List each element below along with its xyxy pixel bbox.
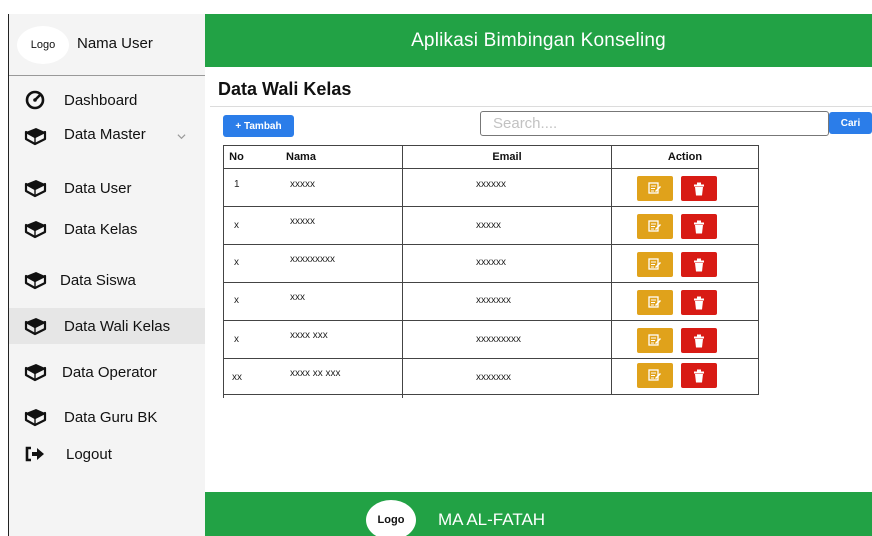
sidebar-item-label: Data Master xyxy=(64,126,146,143)
sidebar-item-data-operator[interactable]: Data Operator xyxy=(9,354,205,390)
cell-email: xxxxx xyxy=(476,220,501,231)
column-header-nama: Nama xyxy=(286,151,316,163)
title-divider xyxy=(210,106,872,107)
cell-nama: xxx xyxy=(290,291,305,303)
table-row: x xxxxxxxxx xxxxxx xyxy=(223,245,759,283)
column-header-no: No xyxy=(229,151,244,163)
delete-button[interactable] xyxy=(681,252,717,277)
sidebar-item-label: Data Wali Kelas xyxy=(64,317,171,335)
sidebar-item-data-guru-bk[interactable]: Data Guru BK xyxy=(9,399,205,435)
edit-button[interactable] xyxy=(637,252,673,277)
sidebar-item-data-siswa[interactable]: Data Siswa xyxy=(9,262,205,298)
sidebar-item-label: Data Guru BK xyxy=(64,408,158,426)
gauge-icon xyxy=(23,89,47,111)
sidebar-item-data-master[interactable]: Data Master xyxy=(9,118,205,154)
edit-icon xyxy=(648,334,661,346)
sidebar-divider xyxy=(9,75,205,76)
chevron-down-icon[interactable] xyxy=(177,132,186,141)
sidebar-item-label: Data User xyxy=(64,179,132,197)
book-icon xyxy=(23,406,47,428)
table-row: x xxxx xxx xxxxxxxxx xyxy=(223,321,759,359)
cell-email: xxxxxxx xyxy=(476,371,511,383)
edit-icon xyxy=(648,258,661,270)
add-button[interactable]: + Tambah xyxy=(223,115,294,137)
trash-icon xyxy=(694,182,704,195)
sidebar-item-logout[interactable]: Logout xyxy=(9,436,205,472)
sidebar-header: Logo Nama User xyxy=(9,14,205,75)
user-name: Nama User xyxy=(77,35,153,52)
cell-no: x xyxy=(234,256,239,268)
book-icon xyxy=(23,361,47,383)
cell-nama: xxxxxxxxx xyxy=(290,253,335,265)
edit-icon xyxy=(648,220,661,232)
cell-nama: xxxx xxx xyxy=(290,329,328,341)
table-row: 1 xxxxx xxxxxx xyxy=(223,169,759,207)
book-icon xyxy=(23,177,47,199)
sidebar-item-label: Logout xyxy=(66,445,112,463)
trash-icon xyxy=(694,369,704,382)
sidebar-item-data-kelas[interactable]: Data Kelas xyxy=(9,211,205,247)
edit-button[interactable] xyxy=(637,214,673,239)
sidebar-item-label: Data Operator xyxy=(62,363,158,381)
cell-no: x xyxy=(234,294,239,306)
cell-nama: xxxxx xyxy=(290,179,315,190)
delete-button[interactable] xyxy=(681,176,717,201)
delete-button[interactable] xyxy=(681,290,717,315)
delete-button[interactable] xyxy=(681,363,717,388)
cell-no: 1 xyxy=(234,179,240,190)
cell-no: xx xyxy=(232,371,242,383)
edit-button[interactable] xyxy=(637,176,673,201)
app-header: Aplikasi Bimbingan Konseling xyxy=(205,14,872,67)
column-header-email: Email xyxy=(492,151,522,163)
page-title: Data Wali Kelas xyxy=(218,79,352,99)
edit-icon xyxy=(648,296,661,308)
school-logo: Logo xyxy=(366,500,416,536)
column-header-action: Action xyxy=(667,151,703,163)
table-row: x xxxxx xxxxx xyxy=(223,207,759,245)
cell-nama: xxxx xx xxx xyxy=(290,367,341,379)
table-row: xx xxxx xx xxx xxxxxxx xyxy=(223,359,759,397)
cell-email: xxxxxx xyxy=(476,256,506,268)
footer: Logo MA AL-FATAH xyxy=(205,492,872,536)
edit-icon xyxy=(648,369,661,381)
edit-button[interactable] xyxy=(637,290,673,315)
sidebar-item-data-wali-kelas[interactable]: Data Wali Kelas xyxy=(9,308,205,344)
delete-button[interactable] xyxy=(681,214,717,239)
edit-icon xyxy=(648,182,661,194)
edit-button[interactable] xyxy=(637,363,673,388)
user-logo: Logo xyxy=(17,26,69,64)
trash-icon xyxy=(694,220,704,233)
sidebar-item-label: Dashboard xyxy=(64,91,138,109)
cell-email: xxxxxxxxx xyxy=(476,333,521,345)
sidebar: Logo Nama User Dashboard Data Master Dat… xyxy=(9,14,205,536)
trash-icon xyxy=(694,258,704,271)
search-input[interactable] xyxy=(480,111,829,136)
app-title: Aplikasi Bimbingan Konseling xyxy=(411,29,666,51)
book-icon xyxy=(23,125,47,147)
cell-no: x xyxy=(234,220,239,231)
search-button[interactable]: Cari xyxy=(829,112,872,134)
table-row: x xxx xxxxxxx xyxy=(223,283,759,321)
book-icon xyxy=(23,218,47,240)
cell-nama: xxxxx xyxy=(290,215,315,227)
table-bottom-border xyxy=(223,394,759,395)
trash-icon xyxy=(694,334,704,347)
book-icon xyxy=(23,315,47,337)
sidebar-item-dashboard[interactable]: Dashboard xyxy=(9,82,205,118)
cell-email: xxxxxxx xyxy=(476,294,511,306)
table-header-row: No Nama Email Action xyxy=(223,145,759,169)
delete-button[interactable] xyxy=(681,328,717,353)
cell-no: x xyxy=(234,333,239,345)
sidebar-item-data-user[interactable]: Data User xyxy=(9,170,205,206)
cell-email: xxxxxx xyxy=(476,179,506,190)
sidebar-item-label: Data Kelas xyxy=(64,220,138,238)
edit-button[interactable] xyxy=(637,328,673,353)
sidebar-item-label: Data Siswa xyxy=(60,271,136,289)
trash-icon xyxy=(694,296,704,309)
logout-icon xyxy=(23,443,47,465)
book-icon xyxy=(23,269,47,291)
school-name: MA AL-FATAH xyxy=(438,510,546,529)
